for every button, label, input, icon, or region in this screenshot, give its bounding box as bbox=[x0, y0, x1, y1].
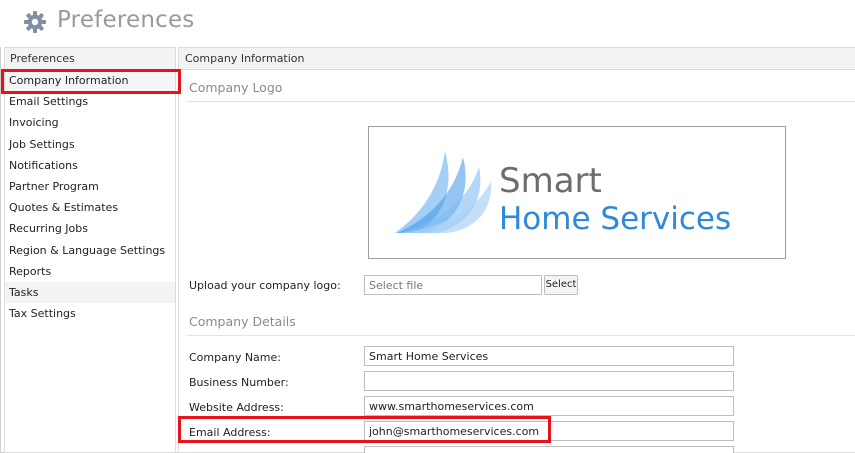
sidebar-item-partner-program[interactable]: Partner Program bbox=[5, 176, 175, 197]
logo-text-smart: Smart bbox=[499, 161, 602, 201]
business-number-input[interactable] bbox=[364, 371, 734, 391]
sidebar-item-email-settings[interactable]: Email Settings bbox=[5, 91, 175, 112]
business-number-label: Business Number: bbox=[189, 376, 289, 389]
website-address-label: Website Address: bbox=[189, 401, 284, 414]
sidebar-item-tax-settings[interactable]: Tax Settings bbox=[5, 303, 175, 324]
company-name-label: Company Name: bbox=[189, 351, 281, 364]
company-logo-section-title: Company Logo bbox=[189, 80, 283, 95]
sidebar-item-job-settings[interactable]: Job Settings bbox=[5, 134, 175, 155]
section-divider bbox=[187, 101, 855, 102]
company-logo-preview: Smart Home Services bbox=[368, 126, 786, 259]
email-address-label: Email Address: bbox=[189, 426, 271, 439]
next-field-input[interactable] bbox=[364, 446, 734, 453]
logo-text-home-services: Home Services bbox=[499, 201, 732, 237]
sidebar-item-reports[interactable]: Reports bbox=[5, 261, 175, 282]
sidebar: Preferences Company Information Email Se… bbox=[4, 47, 176, 453]
website-address-input[interactable] bbox=[364, 396, 734, 416]
sidebar-item-tasks[interactable]: Tasks bbox=[5, 281, 175, 304]
sidebar-item-region-language[interactable]: Region & Language Settings bbox=[5, 240, 175, 261]
wing-logo-icon bbox=[395, 151, 492, 233]
sidebar-item-recurring-jobs[interactable]: Recurring Jobs bbox=[5, 218, 175, 239]
select-file-button[interactable]: Select bbox=[544, 275, 578, 295]
sidebar-item-invoicing[interactable]: Invoicing bbox=[5, 112, 175, 133]
page-header: Preferences bbox=[0, 0, 855, 47]
main-panel: Company Information Company Logo Smart H… bbox=[178, 47, 855, 453]
sidebar-item-quotes-estimates[interactable]: Quotes & Estimates bbox=[5, 197, 175, 218]
company-name-input[interactable] bbox=[364, 346, 734, 366]
sidebar-heading: Preferences bbox=[5, 48, 175, 70]
upload-logo-label: Upload your company logo: bbox=[189, 279, 341, 292]
page-title: Preferences bbox=[57, 7, 195, 33]
sidebar-item-notifications[interactable]: Notifications bbox=[5, 155, 175, 176]
gear-icon bbox=[24, 11, 46, 33]
company-details-section-title: Company Details bbox=[189, 314, 296, 329]
sidebar-item-company-information[interactable]: Company Information bbox=[5, 70, 175, 92]
main-heading: Company Information bbox=[179, 48, 855, 70]
email-address-input[interactable] bbox=[364, 421, 734, 441]
upload-logo-file-input[interactable] bbox=[364, 275, 542, 295]
section-divider bbox=[187, 335, 855, 336]
